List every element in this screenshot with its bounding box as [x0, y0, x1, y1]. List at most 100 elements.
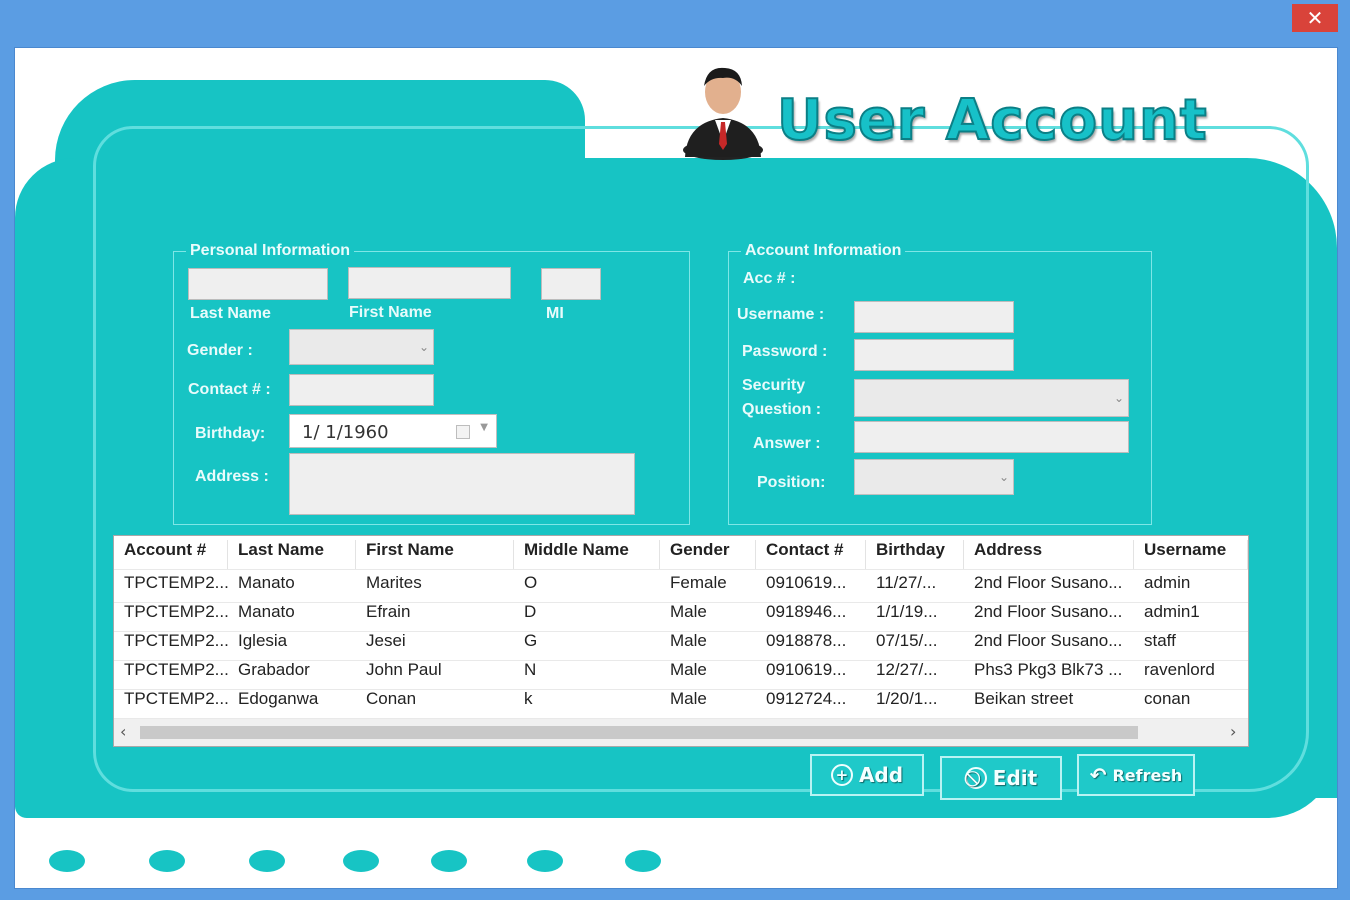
- table-cell[interactable]: N: [514, 660, 660, 689]
- table-cell[interactable]: Manato: [228, 602, 356, 631]
- add-button[interactable]: + Add: [810, 754, 924, 796]
- edit-button-label: Edit: [992, 766, 1038, 790]
- table-cell[interactable]: 1/20/1...: [866, 689, 964, 718]
- column-header[interactable]: Birthday: [866, 540, 964, 569]
- table-cell[interactable]: 0918946...: [756, 602, 866, 631]
- address-field[interactable]: [289, 453, 635, 515]
- close-button[interactable]: ✕: [1292, 4, 1338, 32]
- close-icon: ✕: [1306, 6, 1324, 30]
- table-cell[interactable]: ravenlord: [1134, 660, 1248, 689]
- address-label: Address :: [195, 468, 269, 485]
- table-cell[interactable]: 11/27/...: [866, 573, 964, 602]
- column-header[interactable]: Last Name: [228, 540, 356, 569]
- table-cell[interactable]: Female: [660, 573, 756, 602]
- acc-number-label: Acc # :: [743, 270, 796, 287]
- security-question-select[interactable]: ⌄: [854, 379, 1129, 417]
- birthday-datepicker[interactable]: 1/ 1/1960 ▼: [289, 414, 497, 448]
- column-header[interactable]: Contact #: [756, 540, 866, 569]
- table-cell[interactable]: D: [514, 602, 660, 631]
- table-cell[interactable]: 0918878...: [756, 631, 866, 660]
- table-cell[interactable]: 0910619...: [756, 573, 866, 602]
- table-row[interactable]: TPCTEMP2... Grabador John Paul N Male 0910619…: [114, 660, 1248, 690]
- edit-button[interactable]: ⃠ Edit: [940, 756, 1062, 800]
- table-row[interactable]: TPCTEMP2... Iglesia Jesei G Male 0918878... 07…: [114, 631, 1248, 661]
- table-cell[interactable]: 2nd Floor Susano...: [964, 573, 1134, 602]
- table-cell[interactable]: conan: [1134, 689, 1248, 718]
- table-cell[interactable]: staff: [1134, 631, 1248, 660]
- refresh-button[interactable]: ↶ Refresh: [1077, 754, 1195, 796]
- personal-info-title: Personal Information: [186, 242, 355, 260]
- table-cell[interactable]: Male: [660, 631, 756, 660]
- username-field[interactable]: [854, 301, 1014, 333]
- contact-label: Contact # :: [188, 381, 271, 398]
- table-cell[interactable]: TPCTEMP2...: [114, 689, 228, 718]
- table-cell[interactable]: 1/1/19...: [866, 602, 964, 631]
- table-cell[interactable]: G: [514, 631, 660, 660]
- contact-field[interactable]: [289, 374, 434, 406]
- table-cell[interactable]: 07/15/...: [866, 631, 964, 660]
- table-cell[interactable]: O: [514, 573, 660, 602]
- column-header[interactable]: Account #: [114, 540, 228, 569]
- accounts-table[interactable]: Account # Last Name First Name Middle Na…: [113, 535, 1249, 747]
- table-row[interactable]: TPCTEMP2... Manato Marites O Female 0910619..…: [114, 573, 1248, 603]
- table-cell[interactable]: TPCTEMP2...: [114, 631, 228, 660]
- answer-field[interactable]: [854, 421, 1129, 453]
- table-cell[interactable]: Edoganwa: [228, 689, 356, 718]
- table-cell[interactable]: Male: [660, 602, 756, 631]
- table-cell[interactable]: TPCTEMP2...: [114, 602, 228, 631]
- table-header: Account # Last Name First Name Middle Na…: [114, 540, 1248, 570]
- table-cell[interactable]: Conan: [356, 689, 514, 718]
- mi-field[interactable]: [541, 268, 601, 300]
- column-header[interactable]: Address: [964, 540, 1134, 569]
- security-label-line2: Question :: [742, 401, 822, 418]
- scrollbar-thumb[interactable]: [140, 726, 1138, 739]
- table-cell[interactable]: TPCTEMP2...: [114, 660, 228, 689]
- scroll-right-icon[interactable]: ›: [1230, 722, 1236, 741]
- table-cell[interactable]: John Paul: [356, 660, 514, 689]
- table-cell[interactable]: Male: [660, 660, 756, 689]
- table-cell[interactable]: k: [514, 689, 660, 718]
- column-header[interactable]: Username: [1134, 540, 1248, 569]
- page-title: User Account: [776, 87, 1208, 154]
- table-cell[interactable]: admin1: [1134, 602, 1248, 631]
- mi-label: MI: [546, 305, 564, 322]
- decorative-dot: [527, 850, 563, 872]
- table-cell[interactable]: 0912724...: [756, 689, 866, 718]
- table-cell[interactable]: 2nd Floor Susano...: [964, 602, 1134, 631]
- last-name-label: Last Name: [190, 305, 271, 322]
- decorative-dot: [149, 850, 185, 872]
- column-header[interactable]: Middle Name: [514, 540, 660, 569]
- table-cell[interactable]: Iglesia: [228, 631, 356, 660]
- calendar-icon[interactable]: [456, 425, 470, 439]
- position-select[interactable]: ⌄: [854, 459, 1014, 495]
- table-cell[interactable]: TPCTEMP2...: [114, 573, 228, 602]
- password-field[interactable]: [854, 339, 1014, 371]
- table-row[interactable]: TPCTEMP2... Edoganwa Conan k Male 0912724... 1…: [114, 689, 1248, 719]
- table-cell[interactable]: 12/27/...: [866, 660, 964, 689]
- birthday-label: Birthday:: [195, 425, 266, 442]
- table-cell[interactable]: Beikan street: [964, 689, 1134, 718]
- table-cell[interactable]: Efrain: [356, 602, 514, 631]
- column-header[interactable]: Gender: [660, 540, 756, 569]
- table-row[interactable]: TPCTEMP2... Manato Efrain D Male 0918946... 1/…: [114, 602, 1248, 632]
- table-cell[interactable]: Jesei: [356, 631, 514, 660]
- column-header[interactable]: First Name: [356, 540, 514, 569]
- first-name-field[interactable]: [348, 267, 511, 299]
- table-cell[interactable]: 2nd Floor Susano...: [964, 631, 1134, 660]
- table-cell[interactable]: Grabador: [228, 660, 356, 689]
- chevron-down-icon: ⌄: [998, 470, 1009, 484]
- chevron-down-icon: ⌄: [418, 340, 429, 354]
- dropdown-arrow-icon[interactable]: ▼: [480, 422, 488, 433]
- table-cell[interactable]: Marites: [356, 573, 514, 602]
- table-cell[interactable]: admin: [1134, 573, 1248, 602]
- gender-select[interactable]: ⌄: [289, 329, 434, 365]
- table-cell[interactable]: Phs3 Pkg3 Blk73 ...: [964, 660, 1134, 689]
- table-cell[interactable]: 0910619...: [756, 660, 866, 689]
- table-cell[interactable]: Manato: [228, 573, 356, 602]
- scroll-left-icon[interactable]: ‹: [120, 722, 126, 741]
- horizontal-scrollbar[interactable]: ‹ ›: [114, 719, 1248, 746]
- table-cell[interactable]: Male: [660, 689, 756, 718]
- decorative-dot: [343, 850, 379, 872]
- edit-circle-icon: ⃠: [964, 767, 987, 789]
- last-name-field[interactable]: [188, 268, 328, 300]
